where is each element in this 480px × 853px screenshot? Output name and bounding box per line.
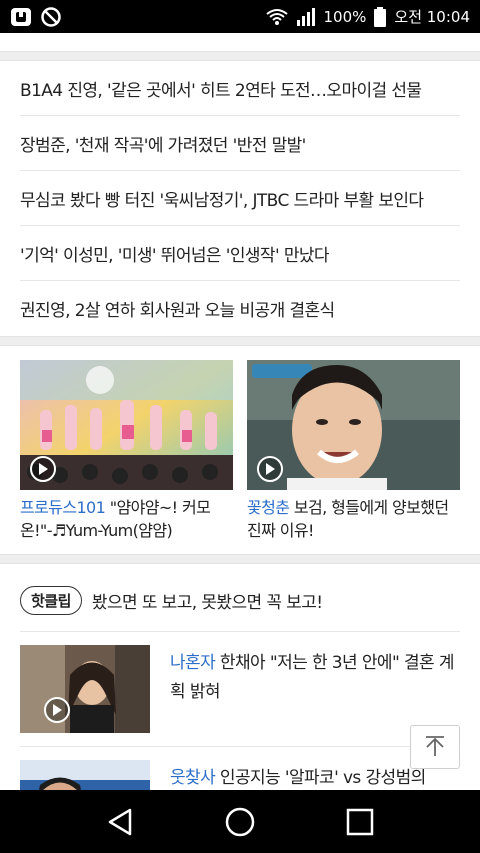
battery-percent: 100% [323,7,367,26]
clip-thumbnail[interactable] [20,645,150,733]
top-gap [0,33,480,51]
clip-thumbnail[interactable]: 대결 [20,760,150,790]
clip-item[interactable]: 대결 웃찾사 인공지능 '알파코' vs 강성범의 [20,747,460,790]
clip-tag: 웃찾사 [170,768,216,788]
clip-title: 인공지능 '알파코' vs 강성범의 [215,768,426,788]
signal-icon [296,7,316,26]
clock: 오전 10:04 [394,8,470,26]
clip-tag: 나혼자 [170,653,216,673]
clip-item[interactable]: 나혼자 한채아 "저는 한 3년 안에" 결혼 계획 밝혀 [20,632,460,747]
play-icon[interactable] [30,456,56,482]
clip-list: 나혼자 한채아 "저는 한 3년 안에" 결혼 계획 밝혀 대결 웃찾사 인공지… [0,632,480,790]
back-icon [108,808,132,835]
section-divider [0,51,480,61]
home-button[interactable] [210,797,270,847]
navigation-bar [0,790,480,853]
hotclip-title: 봤으면 또 보고, 못봤으면 꼭 보고! [91,593,323,613]
back-button[interactable] [90,797,150,847]
news-item[interactable]: 권진영, 2살 연하 회사원과 오늘 비공개 결혼식 [20,281,460,336]
clip-caption[interactable]: 웃찾사 인공지능 '알파코' vs 강성범의 [170,760,426,790]
status-bar: 100% 오전 10:04 [0,0,480,33]
wifi-icon [265,8,288,26]
section-divider [0,554,480,564]
section-divider [0,336,480,346]
video-caption[interactable]: 꽃청춘 보검, 형들에게 양보했던 진짜 이유! [247,496,460,542]
play-icon[interactable] [44,697,70,723]
recent-apps-button[interactable] [330,797,390,847]
video-thumbnail[interactable] [20,360,233,490]
hotclip-badge[interactable]: 핫클립 [20,586,82,615]
news-item[interactable]: '기억' 이성민, '미생' 뛰어넘은 '인생작' 만났다 [20,226,460,281]
arrow-up-icon [426,736,444,756]
content-area[interactable]: B1A4 진영, '같은 곳에서' 히트 2연타 도전…오마이걸 선물 장범준,… [0,33,480,790]
video-card[interactable]: 프로듀스101 "얌야얌~! 커모온!"-♬Yum-Yum(얌얌) [20,360,233,542]
news-item[interactable]: 장범준, '천재 작곡'에 가려졌던 '반전 말발' [20,116,460,171]
home-icon [225,807,255,836]
video-tag: 꽃청춘 [247,498,290,517]
news-item[interactable]: B1A4 진영, '같은 곳에서' 히트 2연타 도전…오마이걸 선물 [20,61,460,116]
scroll-to-top-button[interactable] [410,725,460,769]
app-icon [10,7,32,27]
clip-caption[interactable]: 나혼자 한채아 "저는 한 3년 안에" 결혼 계획 밝혀 [170,645,460,733]
news-list: B1A4 진영, '같은 곳에서' 히트 2연타 도전…오마이걸 선물 장범준,… [0,61,480,336]
news-item[interactable]: 무심코 봤다 빵 터진 '욱씨남정기', JTBC 드라마 부활 보인다 [20,171,460,226]
video-caption[interactable]: 프로듀스101 "얌야얌~! 커모온!"-♬Yum-Yum(얌얌) [20,496,233,542]
video-card[interactable]: 꽃청춘 보검, 형들에게 양보했던 진짜 이유! [247,360,460,542]
video-tag: 프로듀스101 [20,498,106,517]
battery-icon [374,6,387,27]
video-thumbnail[interactable] [247,360,460,490]
recent-apps-icon [346,808,374,835]
video-section: 프로듀스101 "얌야얌~! 커모온!"-♬Yum-Yum(얌얌) 꽃청춘 보검… [0,346,480,554]
blocked-icon [40,6,62,28]
play-icon[interactable] [257,456,283,482]
hotclip-header: 핫클립 봤으면 또 보고, 못봤으면 꼭 보고! [20,564,460,632]
